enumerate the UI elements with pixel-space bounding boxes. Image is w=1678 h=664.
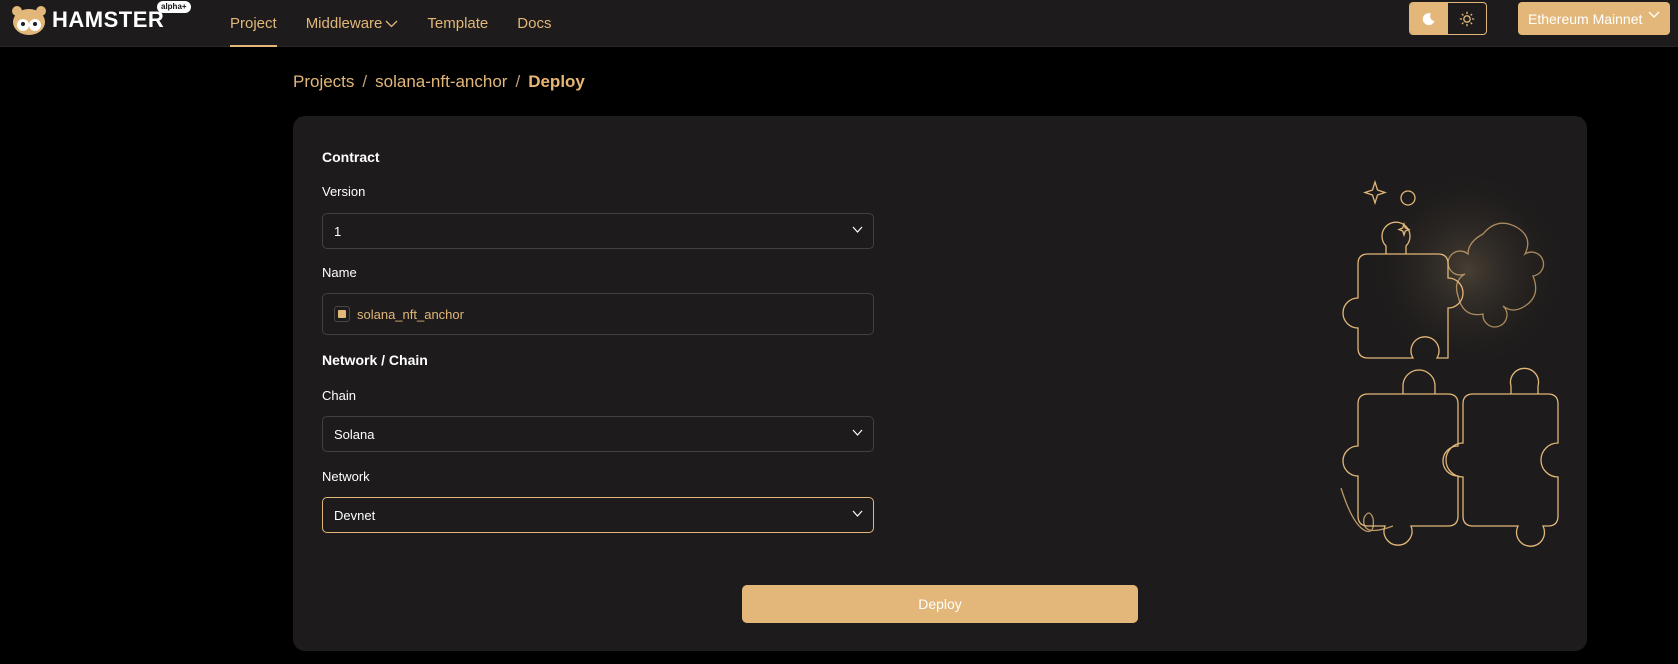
chevron-down-icon xyxy=(852,429,863,436)
chain-label: Chain xyxy=(322,388,356,403)
contract-file-icon xyxy=(334,306,350,322)
top-navbar: HAMSTER alpha+ Project Middleware Templa… xyxy=(0,0,1678,47)
deploy-button-label: Deploy xyxy=(918,596,962,612)
nav-middleware-label: Middleware xyxy=(305,15,383,32)
breadcrumb: Projects / solana-nft-anchor / Deploy xyxy=(293,72,585,92)
name-field: solana_nft_anchor xyxy=(322,293,874,335)
breadcrumb-separator: / xyxy=(362,72,368,91)
nav-template[interactable]: Template xyxy=(427,0,488,47)
sun-icon xyxy=(1459,11,1475,26)
breadcrumb-separator: / xyxy=(515,72,521,91)
nav-docs[interactable]: Docs xyxy=(517,0,551,47)
version-select[interactable]: 1 xyxy=(322,213,874,249)
chevron-down-icon xyxy=(852,510,863,517)
chevron-down-icon xyxy=(852,226,863,233)
network-select-value: Ethereum Mainnet xyxy=(1528,10,1643,27)
deploy-card: Contract Version 1 Name solana_nft_ancho… xyxy=(293,116,1587,651)
nav-project[interactable]: Project xyxy=(230,0,277,47)
nav-template-label: Template xyxy=(427,15,489,32)
version-value: 1 xyxy=(334,223,342,239)
main-nav: Project Middleware Template Docs xyxy=(230,0,580,47)
contract-section-title: Contract xyxy=(322,149,380,165)
network-chain-select[interactable]: Devnet xyxy=(322,497,874,533)
breadcrumb-projects[interactable]: Projects xyxy=(293,72,354,92)
name-value: solana_nft_anchor xyxy=(357,306,464,322)
light-theme-button[interactable] xyxy=(1448,3,1486,34)
chain-value: Solana xyxy=(334,426,375,442)
name-label: Name xyxy=(322,265,357,280)
network-select[interactable]: Ethereum Mainnet xyxy=(1518,2,1670,35)
network-value: Devnet xyxy=(334,507,376,523)
breadcrumb-current: Deploy xyxy=(528,72,585,91)
alpha-badge: alpha+ xyxy=(157,1,191,13)
breadcrumb-project[interactable]: solana-nft-anchor xyxy=(375,72,507,92)
chain-select[interactable]: Solana xyxy=(322,416,874,452)
moon-icon xyxy=(1422,12,1435,25)
logo-text: HAMSTER xyxy=(52,7,165,32)
puzzle-illustration xyxy=(1340,165,1563,547)
chevron-down-icon xyxy=(385,20,398,27)
deploy-button[interactable]: Deploy xyxy=(742,585,1138,623)
chevron-down-icon xyxy=(1648,11,1660,18)
hamster-logo-icon xyxy=(12,6,46,35)
dark-theme-button[interactable] xyxy=(1410,3,1448,34)
network-section-title: Network / Chain xyxy=(322,352,428,368)
nav-docs-label: Docs xyxy=(517,15,552,32)
nav-project-label: Project xyxy=(230,15,277,32)
theme-toggle xyxy=(1409,2,1487,35)
version-label: Version xyxy=(322,184,366,199)
nav-middleware[interactable]: Middleware xyxy=(306,0,399,47)
logo[interactable]: HAMSTER xyxy=(8,4,164,36)
network-label: Network xyxy=(322,469,370,484)
